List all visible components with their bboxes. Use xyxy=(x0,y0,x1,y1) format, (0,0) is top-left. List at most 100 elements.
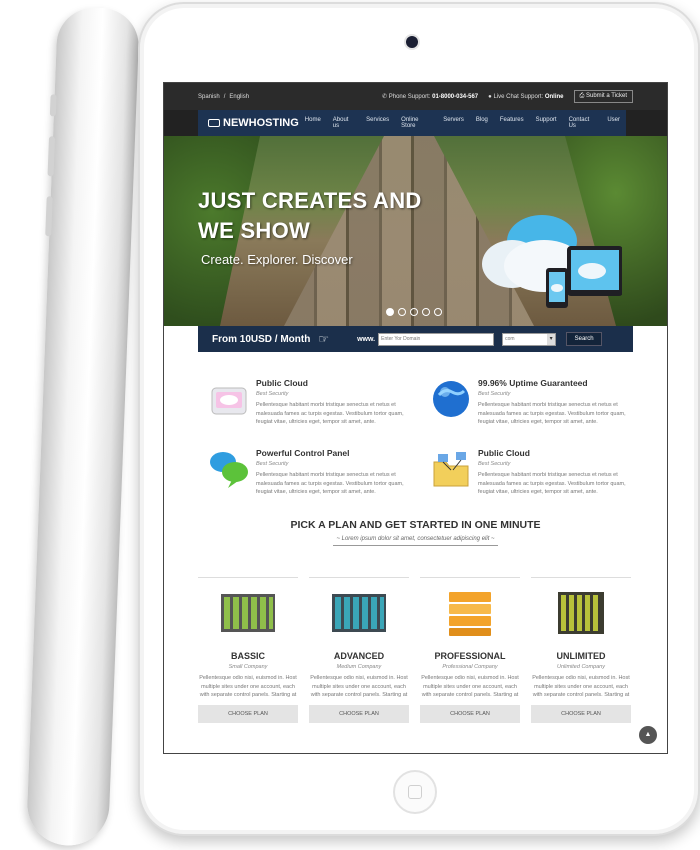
slider-dot-3[interactable] xyxy=(410,308,418,316)
plan-name: PROFESSIONAL xyxy=(434,651,506,661)
plan-description: Pellentesque odio nisi, euismod in. Host… xyxy=(199,675,297,698)
plans-divider xyxy=(333,545,498,546)
nav-item-home[interactable]: Home xyxy=(299,117,327,129)
search-button[interactable]: Search xyxy=(566,332,603,346)
website-screen: Spanish / English ✆ Phone Support: 01-80… xyxy=(163,82,668,754)
plan-divider xyxy=(420,577,520,578)
plans-title: PICK A PLAN AND GET STARTED IN ONE MINUT… xyxy=(290,519,541,531)
server-rack-icon xyxy=(449,592,491,636)
www-label: www. xyxy=(357,335,376,343)
chat-icon: ● xyxy=(488,93,492,100)
features-section: Public Cloud Best Security Pellentesque … xyxy=(164,352,667,527)
scroll-to-top-button[interactable]: ▲ xyxy=(639,726,657,744)
plan-subtitle: Small Company xyxy=(228,664,268,670)
top-bar: Spanish / English ✆ Phone Support: 01-80… xyxy=(164,83,667,110)
feature-title: Powerful Control Panel xyxy=(256,448,350,458)
slider-dots xyxy=(386,308,442,316)
hero-headline-line-1: JUST CREATES AND xyxy=(198,188,422,213)
slider-dot-4[interactable] xyxy=(422,308,430,316)
plan-card-professional: PROFESSIONAL Professional Company Pellen… xyxy=(420,577,520,723)
hero-headline: JUST CREATES AND WE SHOW xyxy=(198,186,422,246)
feature-text: Powerful Control Panel Best Security Pel… xyxy=(256,448,406,497)
chat-bubbles-icon xyxy=(210,452,248,488)
server-rack-icon xyxy=(332,594,386,632)
feature-title: 99.96% Uptime Guaranteed xyxy=(478,378,588,388)
choose-plan-button[interactable]: CHOOSE PLAN xyxy=(531,704,631,723)
feature-subtitle: Best Security xyxy=(478,461,511,467)
chat-status: Online xyxy=(544,93,564,100)
nav-item-contact-us[interactable]: Contact Us xyxy=(563,117,602,129)
side-tablet-device xyxy=(25,6,140,847)
plan-subtitle: Medium Company xyxy=(336,664,382,670)
home-button[interactable] xyxy=(393,770,437,814)
globe-icon xyxy=(433,381,469,417)
server-rack-icon xyxy=(221,594,275,632)
price-text: From 10USD / Month xyxy=(212,333,311,345)
language-switcher: Spanish / English xyxy=(198,94,249,100)
nav-item-blog[interactable]: Blog xyxy=(470,117,494,129)
nav-links: Home About us Services Online Store Serv… xyxy=(299,117,626,129)
lang-spanish-link[interactable]: Spanish xyxy=(198,94,220,100)
lang-english-link[interactable]: English xyxy=(229,94,249,100)
logo[interactable]: NEWHOSTING xyxy=(208,117,299,129)
hero-slider: JUST CREATES AND WE SHOW Create. Explorer… xyxy=(164,136,667,326)
plan-divider xyxy=(309,577,409,578)
plan-description: Pellentesque odio nisi, euismod in. Host… xyxy=(421,675,519,698)
chat-support[interactable]: ● Live Chat Support: Online xyxy=(488,94,563,100)
server-rack-icon xyxy=(558,592,604,634)
slider-dot-5[interactable] xyxy=(434,308,442,316)
choose-plan-button[interactable]: CHOOSE PLAN xyxy=(309,704,409,723)
plan-card-advanced: ADVANCED Medium Company Pellentesque odi… xyxy=(309,577,409,723)
feature-description: Pellentesque habitant morbi tristique se… xyxy=(478,472,626,495)
lang-separator: / xyxy=(223,93,226,100)
network-folder-icon xyxy=(433,452,469,487)
plan-name: ADVANCED xyxy=(333,651,385,661)
feature-subtitle: Best Security xyxy=(256,391,289,397)
plan-name: UNLIMITED xyxy=(556,651,606,661)
plan-divider xyxy=(198,577,298,578)
side-power-button xyxy=(45,196,53,237)
chat-label: Live Chat Support xyxy=(493,93,542,100)
slider-dot-2[interactable] xyxy=(398,308,406,316)
feature-subtitle: Best Security xyxy=(256,461,289,467)
nav-item-support[interactable]: Support xyxy=(530,117,563,129)
nav-item-services[interactable]: Services xyxy=(360,117,395,129)
tld-select[interactable]: com xyxy=(502,332,557,346)
submit-ticket-button[interactable]: ⎙ Submit a Ticket xyxy=(573,90,633,103)
nav-item-user[interactable]: User xyxy=(601,117,626,129)
plans-subtitle: ~ Lorem ipsum dolor sit amet, consectetu… xyxy=(336,536,495,542)
side-mute-button xyxy=(47,136,56,177)
feature-description: Pellentesque habitant morbi tristique se… xyxy=(256,472,404,495)
plan-subtitle: Unlimited Company xyxy=(557,664,605,670)
navbar: NEWHOSTING Home About us Services Online… xyxy=(164,110,667,136)
feature-subtitle: Best Security xyxy=(478,391,511,397)
nav-item-about-us[interactable]: About us xyxy=(327,117,360,129)
choose-plan-button[interactable]: CHOOSE PLAN xyxy=(420,704,520,723)
nav-item-online-store[interactable]: Online Store xyxy=(395,117,437,129)
hero-headline-line-2: WE SHOW xyxy=(198,218,311,243)
feature-title: Public Cloud xyxy=(478,448,530,458)
pointing-hand-icon: ☞ xyxy=(318,332,330,346)
domain-input[interactable] xyxy=(378,332,495,346)
feature-title: Public Cloud xyxy=(256,378,308,388)
hero-tagline: Create. Explorer. Discover xyxy=(201,252,353,267)
cloud-devices-illustration xyxy=(482,215,622,308)
cloud-drive-icon xyxy=(211,387,247,415)
phone-number: 01-8000-034-567 xyxy=(432,94,479,100)
feature-text: Public Cloud Best Security Pellentesque … xyxy=(478,448,628,497)
ticket-label: Submit a Ticket xyxy=(585,93,627,99)
phone-support: ✆ Phone Support: 01-8000-034-567 xyxy=(382,94,479,100)
slider-dot-1[interactable] xyxy=(386,308,394,316)
choose-plan-button[interactable]: CHOOSE PLAN xyxy=(198,704,298,723)
nav-item-features[interactable]: Features xyxy=(494,117,530,129)
camera-icon xyxy=(406,36,418,48)
navbar-inner: NEWHOSTING Home About us Services Online… xyxy=(198,110,626,136)
plan-subtitle: Professional Company xyxy=(442,664,498,670)
domain-search-bar: From 10USD / Month ☞ www. com Search xyxy=(198,326,633,352)
feature-description: Pellentesque habitant morbi tristique se… xyxy=(256,402,404,425)
arrow-up-icon: ▲ xyxy=(644,731,652,738)
feature-text: Public Cloud Best Security Pellentesque … xyxy=(256,378,406,427)
plan-description: Pellentesque odio nisi, euismod in. Host… xyxy=(310,675,408,698)
plan-description: Pellentesque odio nisi, euismod in. Host… xyxy=(532,675,630,698)
nav-item-servers[interactable]: Servers xyxy=(437,117,470,129)
